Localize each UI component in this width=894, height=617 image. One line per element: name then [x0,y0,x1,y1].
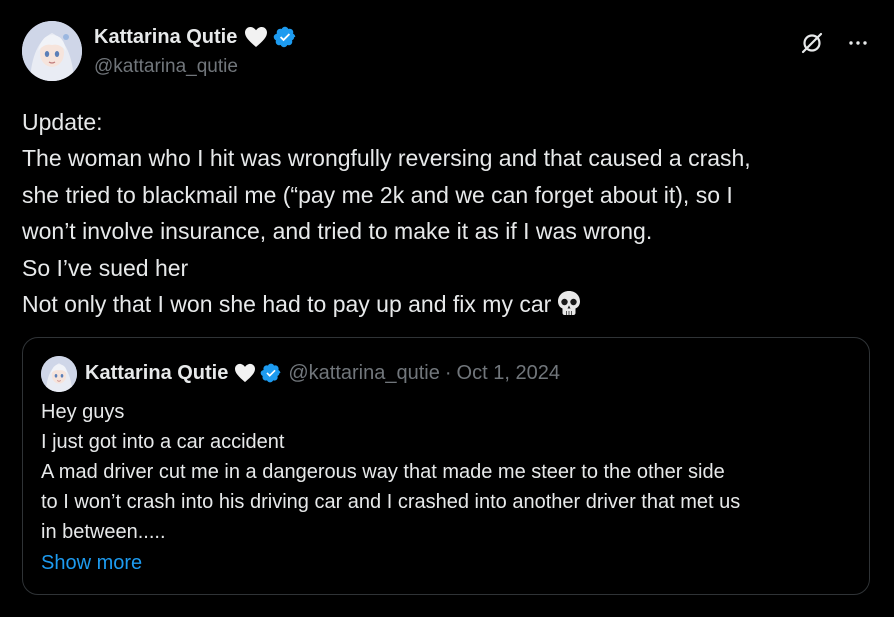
grok-icon [801,32,823,54]
author-display-name[interactable]: Kattarina Qutie [94,24,297,50]
tweet-line: So I’ve sued her [22,254,189,281]
tweet-line: won’t involve insurance, and tried to ma… [22,218,653,245]
skull-icon [558,291,581,316]
quote-line: Hey guys [41,401,125,423]
quoted-tweet-card[interactable]: Kattarina Qutie @kattarina_qutie · Oct 1… [22,337,870,595]
tweet-line: she tried to blackmail me (“pay me 2k an… [22,181,733,208]
tweet-last-line: Not only that I won she had to pay up an… [22,286,882,322]
author-handle[interactable]: @kattarina_qutie [94,55,238,79]
show-more-link[interactable]: Show more [41,548,142,578]
quoted-tweet-text: Hey guys I just got into a car accident … [41,397,861,547]
quoted-author-name[interactable]: Kattarina Qutie [85,360,228,386]
grok-button[interactable] [796,27,828,59]
tweet-text: Update: The woman who I hit was wrongful… [22,104,882,322]
tweet-line: Not only that I won she had to pay up an… [22,291,552,318]
verified-badge-icon[interactable] [273,25,297,49]
avatar-image [41,356,77,392]
tweet-line: Update: [22,109,103,135]
quoted-author-avatar[interactable] [41,356,77,392]
verified-badge-icon [261,363,281,383]
more-options-icon [849,41,867,45]
quoted-author-handle: @kattarina_qutie [288,362,440,384]
author-name-text[interactable]: Kattarina Qutie [94,24,237,50]
quote-line: to I won’t crash into his driving car an… [41,491,741,513]
white-heart-icon [235,363,256,383]
quoted-tweet-header: Kattarina Qutie @kattarina_qutie · Oct 1… [85,360,560,386]
dot-separator: · [444,362,452,384]
quote-line: I just got into a car accident [41,431,285,453]
quoted-tweet-date[interactable]: Oct 1, 2024 [457,360,560,386]
author-avatar[interactable] [22,21,82,81]
more-options-button[interactable] [842,27,874,59]
tweet-line: The woman who I hit was wrongfully rever… [22,145,751,172]
white-heart-icon [245,27,268,47]
quote-line: A mad driver cut me in a dangerous way t… [41,461,725,483]
avatar-image [22,21,82,81]
quote-line: in between..... [41,521,166,543]
